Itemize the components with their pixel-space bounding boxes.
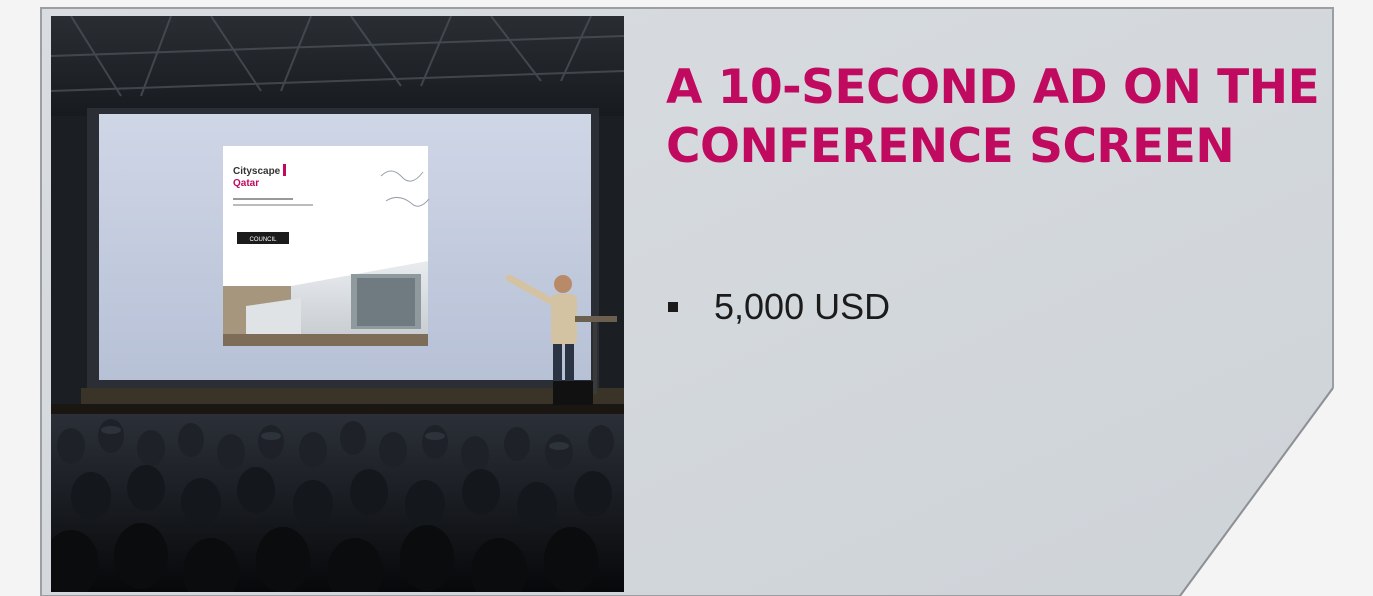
slide-headline: A 10-SECOND AD ON THE CONFERENCE SCREEN xyxy=(666,60,1320,174)
ad-brand-line1: Cityscape xyxy=(233,166,281,177)
slide: Cityscape Qatar COUNCIL A 10-SECOND AD O… xyxy=(0,0,1373,596)
bullet-list: 5,000 USD xyxy=(668,286,890,328)
square-bullet-icon xyxy=(668,302,678,312)
price-text: 5,000 USD xyxy=(714,286,891,327)
ad-brand-line2: Qatar xyxy=(233,178,259,189)
ad-button-label: COUNCIL xyxy=(249,237,277,243)
bullet-price: 5,000 USD xyxy=(668,286,890,328)
conference-photo: Cityscape Qatar COUNCIL xyxy=(51,16,624,592)
